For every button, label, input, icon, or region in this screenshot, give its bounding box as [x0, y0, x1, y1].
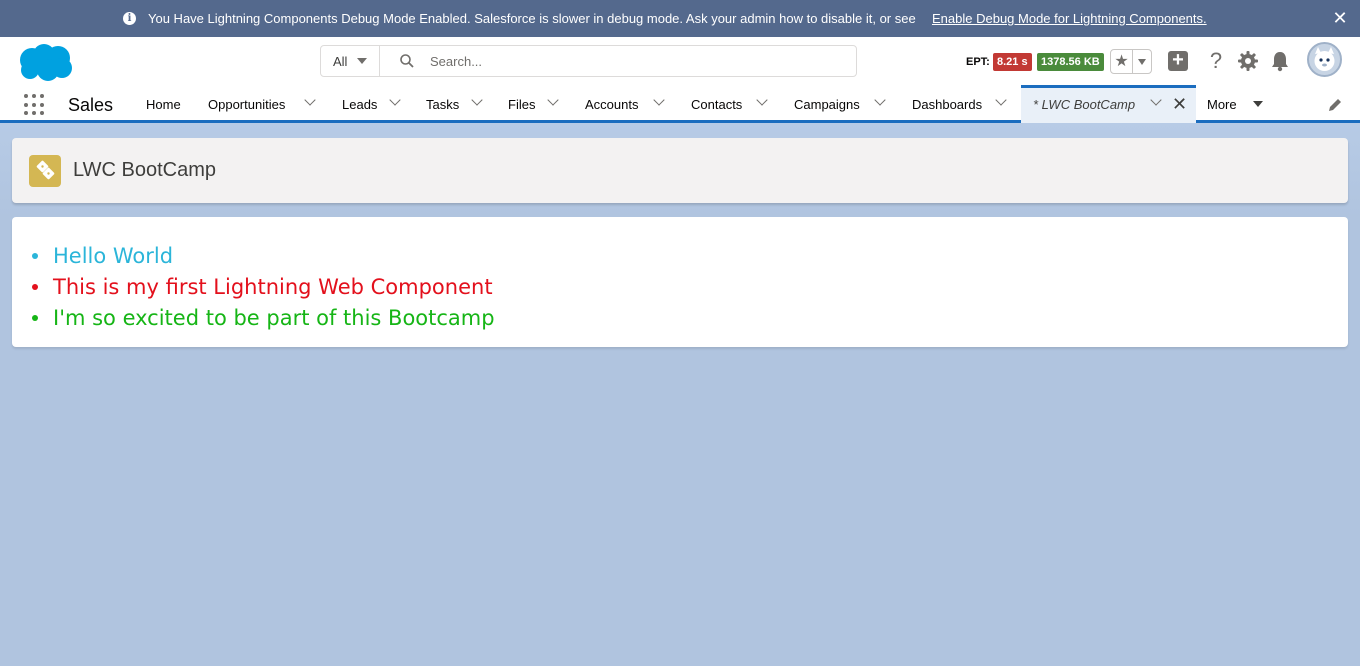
app-navigation-bar: Sales Home Opportunities Leads Tasks Fil…	[0, 85, 1360, 123]
page-title: LWC BootCamp	[73, 159, 217, 181]
search-input[interactable]	[430, 52, 830, 70]
global-header: All EPT: 8.21 s 1378.56 KB ★ + ?	[0, 37, 1360, 85]
tab-lwc-bootcamp[interactable]: * LWC BootCamp ✕	[1021, 85, 1196, 123]
chevron-down-icon[interactable]	[995, 94, 1007, 106]
help-icon[interactable]: ?	[1206, 48, 1226, 74]
bullet-icon	[32, 253, 38, 259]
nav-item-more[interactable]: More	[1207, 85, 1237, 123]
search-icon	[400, 54, 414, 68]
user-avatar-icon	[1314, 47, 1335, 71]
edit-nav-pencil-icon[interactable]	[1327, 97, 1343, 113]
list-item-text: I'm so excited to be part of this Bootca…	[53, 306, 495, 330]
close-icon[interactable]: ✕	[1331, 9, 1349, 27]
chevron-down-icon[interactable]	[1150, 94, 1162, 106]
app-name: Sales	[68, 95, 114, 115]
nav-item-files[interactable]: Files	[508, 85, 535, 123]
nav-item-campaigns[interactable]: Campaigns	[794, 85, 860, 123]
nav-item-home[interactable]: Home	[146, 85, 181, 123]
chevron-down-icon[interactable]	[471, 94, 483, 106]
global-actions-plus-icon[interactable]: +	[1168, 50, 1188, 71]
page-header: LWC BootCamp	[12, 138, 1348, 203]
salesforce-logo-icon[interactable]	[16, 42, 74, 82]
info-icon: i	[123, 12, 136, 25]
lwc-component-card: Hello World This is my first Lightning W…	[12, 217, 1348, 347]
page-size-badge: 1378.56 KB	[1037, 53, 1104, 71]
chevron-down-icon[interactable]	[756, 94, 768, 106]
enable-debug-mode-link[interactable]: Enable Debug Mode for Lightning Componen…	[932, 11, 1207, 26]
global-search: All	[320, 45, 857, 77]
ept-label: EPT:	[966, 56, 990, 68]
chevron-down-icon[interactable]	[547, 94, 559, 106]
favorite-star-icon[interactable]: ★	[1111, 50, 1133, 73]
gear-icon[interactable]	[1237, 50, 1259, 72]
caret-down-icon	[1138, 58, 1146, 65]
chevron-down-icon[interactable]	[653, 94, 665, 106]
bullet-icon	[32, 284, 38, 290]
search-scope-dropdown[interactable]: All	[321, 46, 380, 76]
custom-tab-icon	[29, 155, 61, 187]
nav-item-dashboards[interactable]: Dashboards	[912, 85, 982, 123]
caret-down-icon	[357, 58, 368, 64]
close-tab-icon[interactable]: ✕	[1172, 94, 1187, 115]
nav-item-accounts[interactable]: Accounts	[585, 85, 638, 123]
bullet-icon	[32, 315, 38, 321]
list-item: This is my first Lightning Web Component	[32, 274, 495, 305]
nav-item-contacts[interactable]: Contacts	[691, 85, 742, 123]
list-item-text: This is my first Lightning Web Component	[53, 275, 493, 299]
list-item: I'm so excited to be part of this Bootca…	[32, 305, 495, 336]
favorites-dropdown-button[interactable]	[1133, 50, 1151, 73]
nav-item-leads[interactable]: Leads	[342, 85, 377, 123]
search-scope-label: All	[333, 53, 348, 69]
chevron-down-icon[interactable]	[304, 94, 316, 106]
ept-value-badge: 8.21 s	[993, 53, 1032, 71]
list-item: Hello World	[32, 243, 495, 274]
message-list: Hello World This is my first Lightning W…	[32, 243, 495, 336]
debug-mode-banner: i You Have Lightning Components Debug Mo…	[0, 0, 1360, 37]
list-item-text: Hello World	[53, 244, 174, 268]
app-launcher-icon[interactable]	[24, 94, 46, 116]
bell-icon[interactable]	[1270, 50, 1290, 72]
avatar[interactable]	[1307, 42, 1342, 77]
tab-lwc-bootcamp-label: * LWC BootCamp	[1033, 97, 1136, 112]
favorites-control: ★	[1110, 49, 1152, 74]
nav-item-opportunities[interactable]: Opportunities	[208, 85, 285, 123]
chevron-down-icon[interactable]	[389, 94, 401, 106]
chevron-down-icon[interactable]	[874, 94, 886, 106]
banner-message: You Have Lightning Components Debug Mode…	[148, 11, 916, 26]
caret-down-icon[interactable]	[1253, 101, 1263, 107]
nav-item-tasks[interactable]: Tasks	[426, 85, 459, 123]
